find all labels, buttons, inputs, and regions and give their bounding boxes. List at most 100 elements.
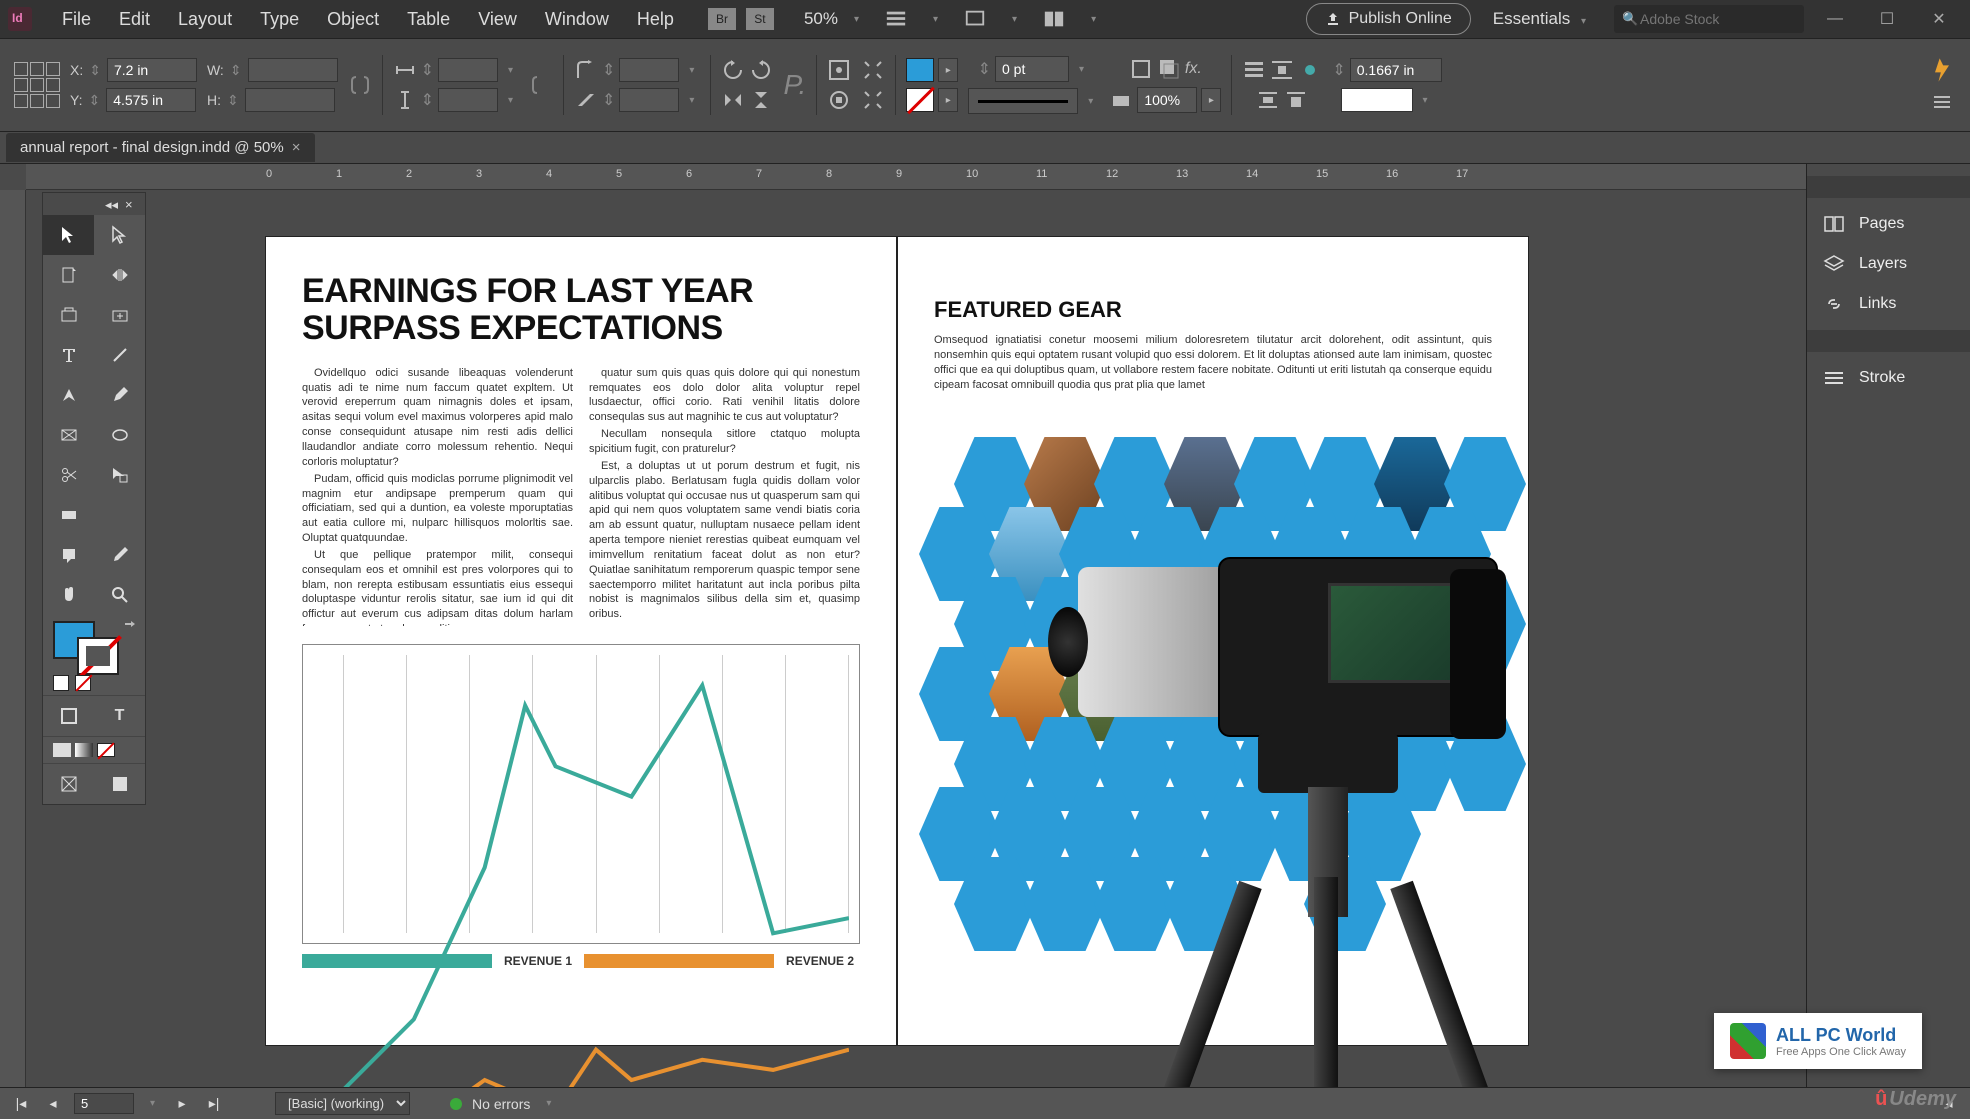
w-input[interactable]: [248, 58, 338, 82]
eyedropper-tool[interactable]: [94, 535, 145, 575]
page-tool[interactable]: [43, 255, 94, 295]
document-tab[interactable]: annual report - final design.indd @ 50% …: [6, 133, 315, 162]
right-page[interactable]: FEATURED GEAR Omsequod ignatiatisi conet…: [897, 236, 1529, 1046]
zoom-level[interactable]: 50%: [794, 5, 848, 33]
quick-apply-icon[interactable]: [1928, 56, 1956, 84]
apply-solid-icon[interactable]: [53, 743, 71, 757]
shear-input[interactable]: [619, 88, 679, 112]
selection-tool[interactable]: [43, 215, 94, 255]
bridge-icon[interactable]: Br: [708, 8, 736, 30]
gradient-swatch-tool[interactable]: [43, 495, 94, 535]
hand-tool[interactable]: [43, 575, 94, 615]
close-tab-icon[interactable]: ×: [292, 139, 301, 156]
menu-file[interactable]: File: [48, 3, 105, 36]
constrain-scale-icon[interactable]: [529, 73, 553, 97]
apply-gradient-icon[interactable]: [75, 743, 93, 757]
window-maximize[interactable]: ☐: [1866, 5, 1908, 33]
text-wrap-none-icon[interactable]: [1242, 58, 1266, 82]
constrain-wh-icon[interactable]: [348, 73, 372, 97]
zoom-tool[interactable]: [94, 575, 145, 615]
stock-icon[interactable]: St: [746, 8, 774, 30]
content-collector-tool[interactable]: [43, 295, 94, 335]
menu-layout[interactable]: Layout: [164, 3, 246, 36]
opacity-dropdown-icon[interactable]: ▸: [1201, 88, 1221, 112]
corner-options-icon[interactable]: [1129, 57, 1153, 81]
flip-h-icon[interactable]: [721, 88, 745, 112]
stroke-color-swatch[interactable]: [906, 88, 934, 112]
apply-none-icon[interactable]: [97, 743, 115, 757]
swap-fill-stroke-icon[interactable]: [123, 619, 137, 633]
scale-y-input[interactable]: [438, 88, 498, 112]
pages-panel-tab[interactable]: Pages: [1807, 204, 1970, 244]
menu-help[interactable]: Help: [623, 3, 688, 36]
default-fill-stroke-icon[interactable]: [53, 675, 69, 691]
direct-selection-tool[interactable]: [94, 215, 145, 255]
opacity-input[interactable]: [1137, 87, 1197, 113]
rectangle-frame-tool[interactable]: [43, 415, 94, 455]
scale-x-input[interactable]: [438, 58, 498, 82]
panel-menu-icon[interactable]: [1930, 90, 1954, 114]
rotate-ccw-icon[interactable]: [721, 58, 745, 82]
publish-online-button[interactable]: Publish Online: [1306, 3, 1471, 35]
screen-mode-dropdown-icon[interactable]: ▾: [1006, 14, 1023, 25]
page-dropdown-icon[interactable]: ▾: [144, 1098, 161, 1109]
stroke-weight-input[interactable]: [995, 56, 1069, 82]
formatting-container-icon[interactable]: [75, 675, 91, 691]
fit-content-icon[interactable]: [861, 58, 885, 82]
screen-mode-icon[interactable]: [964, 8, 986, 30]
last-page-button[interactable]: ▸|: [203, 1094, 225, 1114]
corner-size-input[interactable]: [1350, 58, 1442, 82]
collapse-icon[interactable]: ◂◂: [105, 197, 119, 211]
close-icon[interactable]: ×: [125, 197, 139, 211]
rotation-input[interactable]: [619, 58, 679, 82]
select-container-icon[interactable]: [827, 58, 851, 82]
menu-window[interactable]: Window: [531, 3, 623, 36]
menu-edit[interactable]: Edit: [105, 3, 164, 36]
stroke-panel-tab[interactable]: Stroke: [1807, 358, 1970, 398]
canvas[interactable]: 01234567891011121314151617 ◂◂ ×: [0, 164, 1806, 1087]
zoom-dropdown-icon[interactable]: ▾: [848, 14, 865, 25]
page-number-input[interactable]: [74, 1093, 134, 1114]
text-wrap-column-icon[interactable]: [1284, 88, 1308, 112]
view-options-icon[interactable]: [885, 8, 907, 30]
h-input[interactable]: [245, 88, 335, 112]
menu-table[interactable]: Table: [393, 3, 464, 36]
left-page[interactable]: EARNINGS FOR LAST YEAR SURPASS EXPECTATI…: [265, 236, 897, 1046]
text-wrap-shape-icon[interactable]: [1298, 58, 1322, 82]
fill-color-swatch[interactable]: [906, 58, 934, 82]
type-tool[interactable]: [43, 335, 94, 375]
menu-view[interactable]: View: [464, 3, 531, 36]
gap-tool[interactable]: [94, 255, 145, 295]
free-transform-tool[interactable]: [94, 455, 145, 495]
links-panel-tab[interactable]: Links: [1807, 284, 1970, 324]
adobe-stock-search[interactable]: [1614, 5, 1804, 33]
pencil-tool[interactable]: [94, 375, 145, 415]
menu-object[interactable]: Object: [313, 3, 393, 36]
window-minimize[interactable]: —: [1814, 5, 1856, 33]
normal-view-icon[interactable]: [43, 764, 94, 804]
reference-point-grid[interactable]: [14, 62, 60, 108]
apply-type-icon[interactable]: T: [94, 696, 145, 736]
preview-view-icon[interactable]: [94, 764, 145, 804]
drop-shadow-icon[interactable]: [1157, 57, 1181, 81]
stroke-dropdown-icon[interactable]: ▸: [938, 88, 958, 112]
apply-color-icon[interactable]: [43, 696, 94, 736]
select-content-icon[interactable]: [827, 88, 851, 112]
window-close[interactable]: ✕: [1918, 5, 1960, 33]
preflight-profile-select[interactable]: [Basic] (working): [275, 1092, 410, 1115]
line-tool[interactable]: [94, 335, 145, 375]
arrange-dropdown-icon[interactable]: ▾: [1085, 14, 1102, 25]
note-tool[interactable]: [43, 535, 94, 575]
scissors-tool[interactable]: [43, 455, 94, 495]
fill-stroke-swatch[interactable]: [43, 615, 145, 671]
y-input[interactable]: [106, 88, 196, 112]
view-options-dropdown-icon[interactable]: ▾: [927, 14, 944, 25]
arrange-icon[interactable]: [1043, 8, 1065, 30]
x-input[interactable]: [107, 58, 197, 82]
fill-dropdown-icon[interactable]: ▸: [938, 58, 958, 82]
flip-v-icon[interactable]: [749, 88, 773, 112]
tint-swatch[interactable]: [1341, 88, 1413, 112]
text-wrap-jump-icon[interactable]: [1256, 88, 1280, 112]
fit-frame-icon[interactable]: [861, 88, 885, 112]
fx-icon[interactable]: fx.: [1185, 60, 1202, 78]
